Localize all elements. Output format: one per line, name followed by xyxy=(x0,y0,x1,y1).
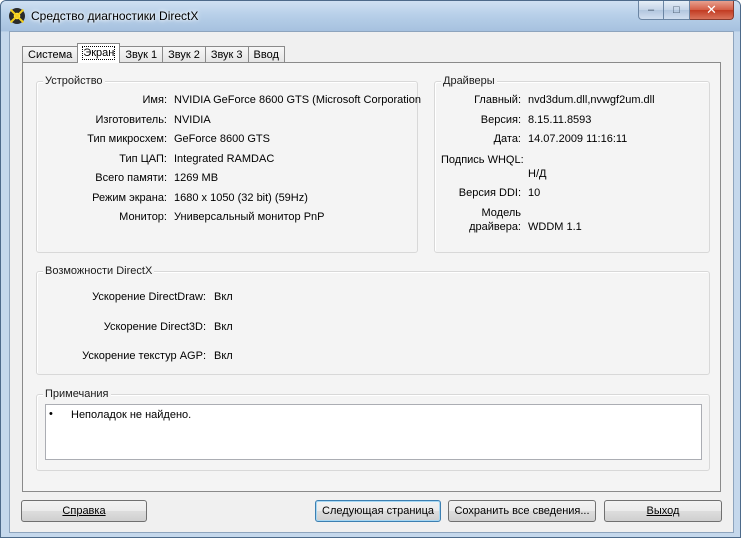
directx-app-icon xyxy=(9,8,25,24)
help-button[interactable]: Справка xyxy=(21,500,147,522)
window-title: Средство диагностики DirectX xyxy=(31,9,199,23)
tab-input[interactable]: Ввод xyxy=(247,46,285,63)
driver-model-label-line1: Модель xyxy=(481,207,521,219)
tab-strip: Система Экран Звук 1 Звук 2 Звук 3 Ввод xyxy=(22,43,285,63)
driver-whql-label: Подпись WHQL: xyxy=(441,154,524,166)
driver-version-value: 8.15.11.8593 xyxy=(528,114,592,126)
directx-diagnostic-window: Средство диагностики DirectX – □ ✕ Систе… xyxy=(0,0,741,538)
device-manufacturer-value: NVIDIA xyxy=(174,114,211,126)
driver-date-label: Дата: xyxy=(493,133,521,145)
device-display-mode-label: Режим экрана: xyxy=(92,192,167,204)
directdraw-acceleration-value: Вкл xyxy=(214,291,233,303)
minimize-button[interactable]: – xyxy=(638,1,664,20)
directx-features-group: Возможности DirectX Ускорение DirectDraw… xyxy=(36,265,710,375)
device-group: Устройство Имя: NVIDIA GeForce 8600 GTS … xyxy=(36,75,421,253)
device-chip-type-value: GeForce 8600 GTS xyxy=(174,133,270,145)
notes-group: Примечания • Неполадок не найдено. xyxy=(36,388,710,471)
driver-model-label-line2: драйвера: xyxy=(469,221,521,233)
maximize-button[interactable]: □ xyxy=(664,1,690,20)
device-display-mode-value: 1680 x 1050 (32 bit) (59Hz) xyxy=(174,192,308,204)
device-memory-label: Всего памяти: xyxy=(95,172,167,184)
direct3d-acceleration-value: Вкл xyxy=(214,321,233,333)
driver-ddi-value: 10 xyxy=(528,187,541,199)
device-memory-value: 1269 MB xyxy=(174,172,219,184)
exit-button[interactable]: Выход xyxy=(604,500,722,522)
tab-sound-1[interactable]: Звук 1 xyxy=(119,46,164,63)
notes-text: Неполадок не найдено. xyxy=(71,409,192,421)
save-all-info-button[interactable]: Сохранить все сведения... xyxy=(448,500,596,522)
direct3d-acceleration-label: Ускорение Direct3D: xyxy=(103,321,206,333)
tab-display[interactable]: Экран xyxy=(77,43,121,63)
device-dac-type-value: Integrated RAMDAC xyxy=(174,153,275,165)
caption-buttons: – □ ✕ xyxy=(638,1,734,21)
device-name-label: Имя: xyxy=(142,94,167,106)
device-name-value: NVIDIA GeForce 8600 GTS (Microsoft Corpo… xyxy=(174,94,421,106)
agp-texture-acceleration-value: Вкл xyxy=(214,350,233,362)
driver-ddi-label: Версия DDI: xyxy=(458,187,521,199)
tab-system[interactable]: Система xyxy=(22,46,79,63)
device-monitor-value: Универсальный монитор PnP xyxy=(174,211,325,223)
device-group-title: Устройство xyxy=(43,75,105,87)
device-monitor-label: Монитор: xyxy=(119,211,167,223)
tab-sound-3[interactable]: Звук 3 xyxy=(204,46,249,63)
display-tab-panel: Устройство Имя: NVIDIA GeForce 8600 GTS … xyxy=(22,62,721,492)
drivers-group-title: Драйверы xyxy=(441,75,497,87)
driver-whql-value: Н/Д xyxy=(528,168,547,180)
title-bar[interactable]: Средство диагностики DirectX – □ ✕ xyxy=(1,1,740,31)
device-dac-type-label: Тип ЦАП: xyxy=(119,153,167,165)
close-button[interactable]: ✕ xyxy=(690,1,734,20)
driver-date-value: 14.07.2009 11:16:11 xyxy=(528,133,628,145)
notes-group-title: Примечания xyxy=(43,388,111,400)
next-page-button[interactable]: Следующая страница xyxy=(315,500,441,522)
tab-sound-2[interactable]: Звук 2 xyxy=(162,46,206,63)
driver-main-value: nvd3dum.dll,nvwgf2um.dll xyxy=(528,94,655,106)
agp-texture-acceleration-label: Ускорение текстур AGP: xyxy=(82,350,206,362)
directdraw-acceleration-label: Ускорение DirectDraw: xyxy=(92,291,206,303)
notes-textbox[interactable]: • Неполадок не найдено. xyxy=(45,404,702,460)
notes-bullet: • xyxy=(49,408,53,420)
device-chip-type-label: Тип микросхем: xyxy=(87,133,167,145)
directx-features-group-title: Возможности DirectX xyxy=(43,265,155,277)
driver-main-label: Главный: xyxy=(474,94,521,106)
dialog-client-area: Система Экран Звук 1 Звук 2 Звук 3 Ввод … xyxy=(9,31,734,533)
driver-version-label: Версия: xyxy=(480,114,521,126)
drivers-group: Драйверы Главный: nvd3dum.dll,nvwgf2um.d… xyxy=(434,75,710,253)
driver-model-value: WDDM 1.1 xyxy=(528,221,582,233)
device-manufacturer-label: Изготовитель: xyxy=(95,114,168,126)
